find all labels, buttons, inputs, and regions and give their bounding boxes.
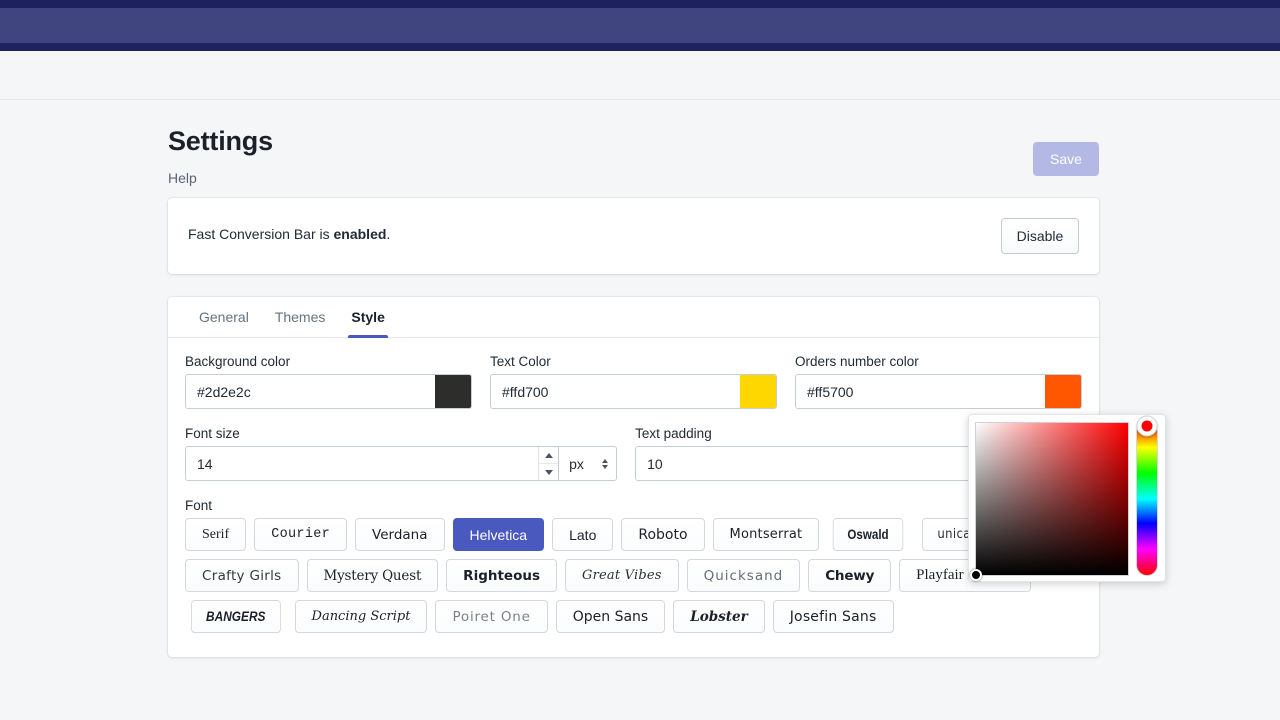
font-option-label: Roboto: [638, 526, 688, 543]
chevron-down-icon: [544, 469, 553, 475]
font-option-label: Crafty Girls: [202, 567, 282, 584]
font-option-courier[interactable]: Courier: [254, 518, 348, 551]
font-option-label: Courier: [271, 527, 331, 542]
text-color-input-wrap[interactable]: [490, 374, 777, 409]
color-picker-popover[interactable]: [968, 414, 1166, 582]
font-option-helvetica[interactable]: Helvetica: [452, 518, 545, 551]
orders-number-color-input[interactable]: [796, 375, 1045, 408]
text-color-swatch[interactable]: [740, 375, 776, 408]
sub-header-bar: [0, 51, 1280, 100]
font-option-oswald[interactable]: Oswald: [833, 518, 904, 551]
hue-slider[interactable]: [1136, 415, 1158, 576]
font-options-grid: Serif Courier Verdana Helvetica Lato Roboto Mo…: [185, 518, 1082, 633]
settings-card: General Themes Style Background color Te…: [168, 297, 1099, 657]
font-option-label: Lobster: [690, 608, 748, 625]
font-size-unit-select[interactable]: px: [558, 447, 617, 480]
font-option-label: Great Vibes: [582, 568, 662, 583]
banner-message-suffix: .: [386, 226, 391, 242]
topbar-top-accent: [0, 0, 1280, 8]
banner-message: Fast Conversion Bar is enabled.: [188, 226, 390, 242]
text-color-input[interactable]: [491, 375, 740, 408]
saturation-value-square[interactable]: [970, 422, 1129, 581]
font-option-roboto[interactable]: Roboto: [621, 518, 705, 551]
font-option-dancing-script[interactable]: Dancing Script: [294, 600, 428, 633]
stepper-increment-button[interactable]: [539, 447, 559, 463]
text-color-label: Text Color: [490, 354, 551, 369]
font-option-crafty-girls[interactable]: Crafty Girls: [185, 559, 299, 592]
font-label: Font: [185, 498, 213, 513]
font-option-label: Dancing Script: [311, 609, 411, 624]
orders-number-color-swatch[interactable]: [1045, 375, 1081, 408]
font-option-montserrat[interactable]: Montserrat: [712, 518, 820, 551]
font-option-bangers[interactable]: BANGERS: [191, 600, 281, 633]
tab-general[interactable]: General: [186, 297, 262, 337]
font-option-lobster[interactable]: Lobster: [673, 600, 765, 633]
font-size-field: Font size px: [185, 426, 618, 481]
background-color-label: Background color: [185, 354, 291, 369]
font-option-label: Verdana: [372, 526, 428, 543]
style-form: Background color Text Color Orders numbe…: [168, 338, 1099, 633]
help-link[interactable]: Help: [168, 170, 197, 186]
tab-style[interactable]: Style: [338, 297, 397, 338]
page-content: Settings Help Save Fast Conversion Bar i…: [168, 112, 1099, 657]
font-option-label: Open Sans: [572, 608, 649, 625]
font-option-label: Josefin Sans: [789, 608, 877, 625]
text-color-field: Text Color: [490, 354, 777, 409]
font-option-mystery-quest[interactable]: Mystery Quest: [306, 559, 439, 592]
status-banner-card: Fast Conversion Bar is enabled. Disable: [168, 198, 1099, 274]
font-option-label: Righteous: [463, 567, 540, 584]
settings-tabs: General Themes Style: [168, 297, 1099, 338]
select-arrows-icon: [602, 458, 609, 469]
color-fields-row: Background color Text Color Orders numbe…: [185, 354, 1082, 409]
font-option-serif[interactable]: Serif: [185, 518, 247, 551]
font-size-input[interactable]: [186, 447, 539, 480]
saturation-value-handle[interactable]: [970, 569, 982, 581]
background-color-input[interactable]: [186, 375, 435, 408]
orders-number-color-field: Orders number color: [795, 354, 1082, 409]
banner-message-prefix: Fast Conversion Bar is: [188, 226, 334, 242]
hue-slider-handle-dot: [1141, 420, 1153, 432]
font-option-label: Oswald: [847, 527, 889, 542]
font-option-righteous[interactable]: Righteous: [446, 559, 557, 592]
banner-status-value: enabled: [333, 226, 387, 242]
font-option-label: Chewy: [825, 567, 875, 584]
font-option-great-vibes[interactable]: Great Vibes: [565, 559, 679, 592]
font-size-stepper[interactable]: [538, 447, 559, 480]
font-size-unit-value: px: [569, 455, 584, 472]
font-size-label: Font size: [185, 426, 240, 441]
orders-number-color-input-wrap[interactable]: [795, 374, 1082, 409]
background-color-field: Background color: [185, 354, 472, 409]
font-option-verdana[interactable]: Verdana: [355, 518, 445, 551]
chevron-up-icon: [544, 452, 553, 458]
background-color-input-wrap[interactable]: [185, 374, 472, 409]
font-size-input-wrap[interactable]: px: [185, 446, 618, 481]
tab-themes[interactable]: Themes: [262, 297, 339, 337]
size-fields-row: Font size px: [185, 426, 1082, 481]
save-button[interactable]: Save: [1033, 142, 1099, 176]
font-option-label: Serif: [202, 526, 230, 542]
font-option-label: Montserrat: [729, 527, 803, 542]
hue-slider-handle[interactable]: [1136, 415, 1158, 437]
font-option-open-sans[interactable]: Open Sans: [555, 600, 666, 633]
font-option-label: Mystery Quest: [323, 567, 422, 584]
font-option-lato[interactable]: Lato: [552, 518, 614, 551]
orders-number-color-label: Orders number color: [795, 354, 919, 369]
background-color-swatch[interactable]: [435, 375, 471, 408]
page-title: Settings: [168, 126, 273, 156]
stepper-decrement-button[interactable]: [539, 463, 559, 480]
font-option-quicksand[interactable]: Quicksand: [686, 559, 801, 592]
font-option-label: BANGERS: [206, 609, 266, 624]
font-picker-section: Font Serif Courier Verdana Helvetica Lato Rob…: [185, 498, 1082, 633]
font-option-label: Lato: [569, 526, 597, 543]
font-option-josefin-sans[interactable]: Josefin Sans: [772, 600, 894, 633]
topbar-bottom-accent: [0, 43, 1280, 51]
disable-button[interactable]: Disable: [1001, 218, 1079, 254]
font-option-label: Helvetica: [469, 526, 528, 543]
page-header: Settings Help Save: [168, 112, 1099, 198]
font-option-label: Quicksand: [703, 567, 784, 584]
font-option-poiret-one[interactable]: Poiret One: [435, 600, 548, 633]
font-option-chewy[interactable]: Chewy: [808, 559, 892, 592]
font-option-label: Poiret One: [452, 608, 531, 625]
app-topbar: [0, 8, 1280, 43]
